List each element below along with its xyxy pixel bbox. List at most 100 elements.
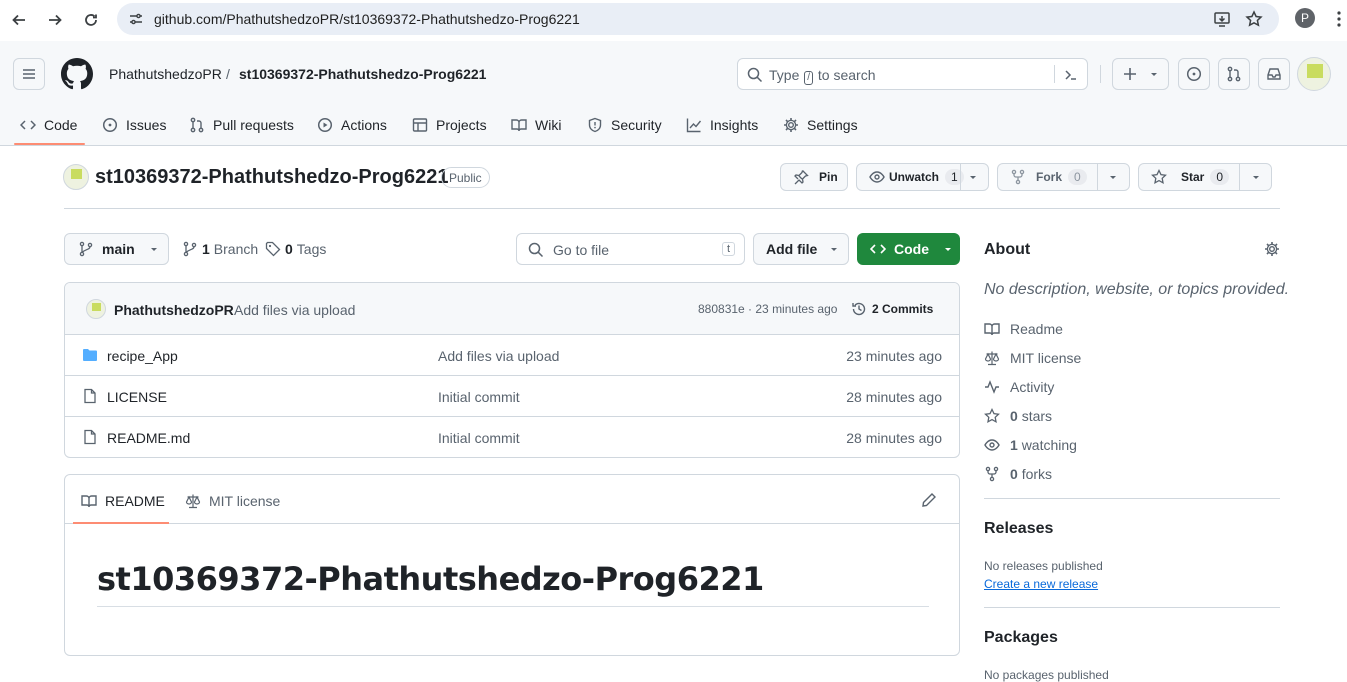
file-row[interactable]: LICENSE Initial commit 28 minutes ago <box>65 376 959 417</box>
tab-issues[interactable]: Issues <box>102 105 166 145</box>
create-release-link[interactable]: Create a new release <box>984 577 1098 591</box>
breadcrumb-repo[interactable]: st10369372-Phathutshedzo-Prog6221 <box>239 66 486 82</box>
branch-icon <box>183 241 197 257</box>
about-description: No description, website, or topics provi… <box>984 281 1290 298</box>
pencil-icon[interactable] <box>921 492 937 508</box>
branch-selector[interactable]: main <box>64 233 169 265</box>
fork-icon <box>1011 169 1025 185</box>
releases-title[interactable]: Releases <box>984 520 1053 538</box>
tab-wiki[interactable]: Wiki <box>511 105 561 145</box>
law-icon <box>185 494 201 509</box>
avatar-pattern <box>71 169 82 179</box>
pin-button[interactable]: Pin <box>780 163 848 191</box>
install-app-icon[interactable] <box>1213 10 1231 28</box>
breadcrumb-separator: / <box>226 66 230 82</box>
tab-settings[interactable]: Settings <box>783 105 858 145</box>
file-name[interactable]: README.md <box>107 430 190 446</box>
watching-link[interactable]: 1 watching <box>984 436 1077 454</box>
tab-insights[interactable]: Insights <box>686 105 758 145</box>
readme-tab[interactable]: README <box>81 493 165 509</box>
file-commit-message[interactable]: Initial commit <box>438 389 520 405</box>
tab-code[interactable]: Code <box>20 105 77 145</box>
site-settings-icon[interactable] <box>129 12 143 26</box>
github-logo-icon[interactable] <box>61 58 93 90</box>
tab-code-label: Code <box>44 117 78 133</box>
create-new-button[interactable] <box>1112 58 1169 90</box>
tab-actions[interactable]: Actions <box>317 105 387 145</box>
forward-button[interactable] <box>43 8 67 32</box>
unwatch-button[interactable]: Unwatch 1 <box>856 163 989 191</box>
commit-message[interactable]: Add files via upload <box>234 302 355 318</box>
breadcrumb-owner[interactable]: PhathutshedzoPR <box>109 66 222 82</box>
tab-security[interactable]: Security <box>587 105 662 145</box>
command-palette-icon[interactable] <box>1063 67 1079 83</box>
hamburger-menu-button[interactable] <box>13 58 45 90</box>
tab-issues-label: Issues <box>126 117 167 133</box>
file-row[interactable]: recipe_App Add files via upload 23 minut… <box>65 335 959 376</box>
file-row[interactable]: README.md Initial commit 28 minutes ago <box>65 417 959 457</box>
forks-label: forks <box>1021 466 1053 482</box>
back-button[interactable] <box>7 8 31 32</box>
readme-tab-label: README <box>105 493 165 509</box>
tag-count: 0 <box>285 241 293 257</box>
file-commit-message[interactable]: Initial commit <box>438 430 520 446</box>
pull-requests-button[interactable] <box>1218 58 1250 90</box>
forks-link[interactable]: 0 forks <box>984 465 1052 483</box>
repo-header-divider <box>64 208 1280 209</box>
reload-button[interactable] <box>79 8 103 32</box>
caret-down-icon[interactable] <box>1251 172 1261 182</box>
inbox-button[interactable] <box>1258 58 1290 90</box>
code-dropdown-button[interactable]: Code <box>857 233 960 265</box>
caret-down-icon[interactable] <box>1108 172 1118 182</box>
activity-link[interactable]: Activity <box>984 378 1054 396</box>
tags-link[interactable]: 0 Tags <box>265 241 326 257</box>
repo-owner-avatar <box>63 164 89 190</box>
readme-link[interactable]: Readme <box>984 320 1063 338</box>
commits-link[interactable]: 2 Commits <box>851 301 933 317</box>
about-title: About <box>984 241 1031 258</box>
bookmark-star-icon[interactable] <box>1245 10 1263 28</box>
profile-avatar[interactable]: P <box>1295 8 1315 28</box>
avatar-pattern <box>92 303 101 311</box>
gear-icon[interactable] <box>1264 241 1280 257</box>
star-icon <box>1151 169 1167 185</box>
star-icon <box>984 408 1000 424</box>
issues-button[interactable] <box>1178 58 1210 90</box>
go-to-file-input[interactable]: Go to file t <box>516 233 745 265</box>
user-avatar[interactable] <box>1297 57 1331 91</box>
file-name[interactable]: LICENSE <box>107 389 167 405</box>
fork-button[interactable]: Fork 0 <box>997 163 1130 191</box>
tab-security-label: Security <box>611 117 662 133</box>
search-input[interactable]: Type / to search <box>737 58 1088 90</box>
packages-title[interactable]: Packages <box>984 629 1058 647</box>
repo-title[interactable]: st10369372-Phathutshedzo-Prog6221 <box>95 166 448 189</box>
add-file-label: Add file <box>766 241 818 257</box>
commit-author-avatar[interactable] <box>86 299 106 319</box>
commit-hash-time[interactable]: 880831e · 23 minutes ago <box>698 302 837 316</box>
license-tab[interactable]: MIT license <box>185 493 280 509</box>
tag-count-label: Tags <box>296 241 327 257</box>
branches-link[interactable]: 1 Branch <box>182 241 258 257</box>
commit-author[interactable]: PhathutshedzoPR <box>114 302 234 318</box>
pin-icon <box>794 170 809 185</box>
star-button[interactable]: Star 0 <box>1138 163 1272 191</box>
tab-projects[interactable]: Projects <box>412 105 487 145</box>
address-bar[interactable]: github.com/PhathutshedzoPR/st10369372-Ph… <box>117 3 1279 35</box>
visibility-badge: Public <box>441 167 490 188</box>
github-header: PhathutshedzoPR / st10369372-Phathutshed… <box>0 41 1347 146</box>
stars-link[interactable]: 0 stars <box>984 407 1052 425</box>
file-commit-message[interactable]: Add files via upload <box>438 348 559 364</box>
license-link[interactable]: MIT license <box>984 349 1081 367</box>
readme-active-indicator <box>73 522 169 524</box>
go-to-file-placeholder: Go to file <box>553 242 610 258</box>
file-icon <box>84 429 96 445</box>
kebab-menu-icon[interactable] <box>1336 10 1342 28</box>
add-file-button[interactable]: Add file <box>753 233 849 265</box>
file-name[interactable]: recipe_App <box>107 348 178 364</box>
tab-pull-requests[interactable]: Pull requests <box>189 105 294 145</box>
star-label: Star <box>1181 170 1205 184</box>
license-tab-label: MIT license <box>209 493 281 509</box>
caret-down-icon[interactable] <box>968 172 978 182</box>
pin-label: Pin <box>819 170 838 184</box>
branch-name: main <box>102 241 135 257</box>
